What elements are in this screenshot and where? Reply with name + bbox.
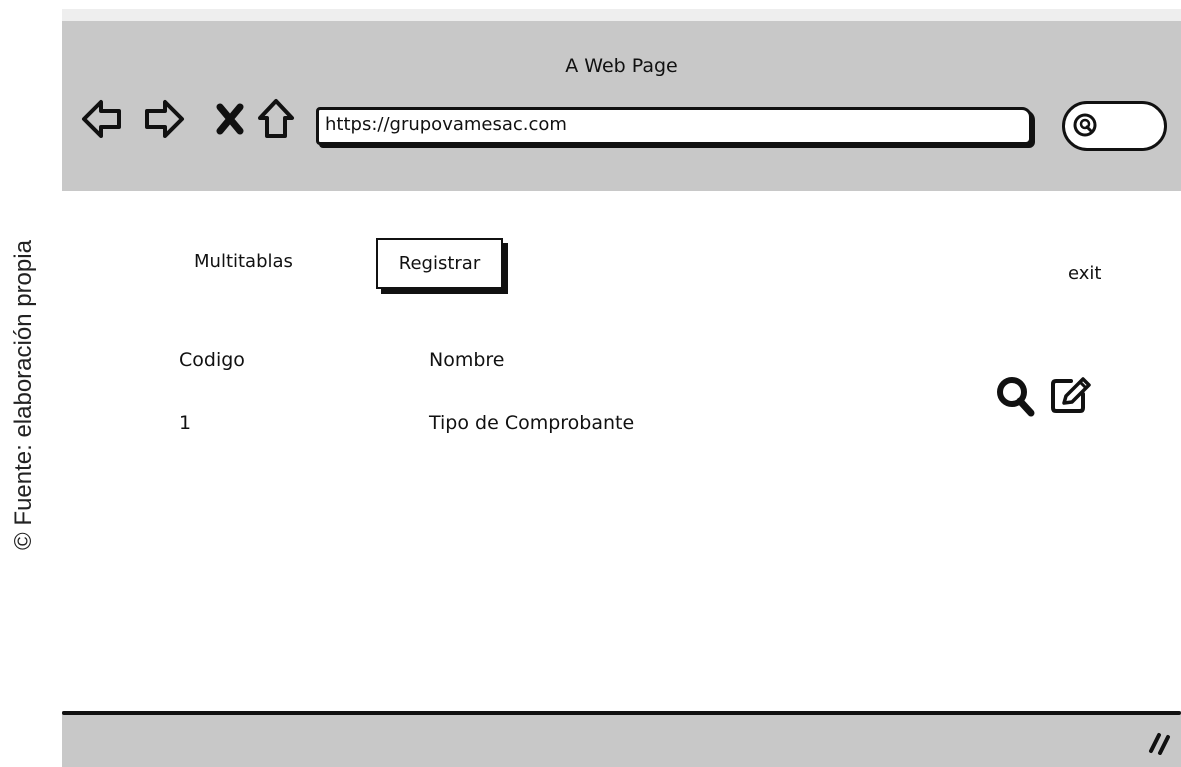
column-header-nombre: Nombre bbox=[429, 349, 505, 371]
back-arrow-icon bbox=[82, 100, 121, 138]
status-bar-divider bbox=[62, 711, 1181, 715]
search-icon bbox=[1073, 113, 1097, 137]
row-1-nombre: Tipo de Comprobante bbox=[429, 412, 635, 434]
row-1-search-button[interactable] bbox=[992, 371, 1038, 421]
page: © Fuente: elaboración propia A Web Page bbox=[0, 0, 1181, 767]
exit-link[interactable]: exit bbox=[1068, 263, 1101, 284]
url-bar[interactable]: https://grupovamesac.com bbox=[316, 107, 1032, 145]
forward-button[interactable] bbox=[142, 97, 186, 141]
credit-text: © Fuente: elaboración propia bbox=[10, 240, 37, 550]
window-title: A Web Page bbox=[565, 55, 678, 77]
menu-multitablas-link[interactable]: Multitablas bbox=[194, 251, 293, 272]
page-content: Multitablas Registrar exit Codigo Nombre… bbox=[62, 191, 1181, 711]
browser-window: A Web Page https://grupovamesac.com Mult… bbox=[62, 9, 1181, 767]
url-text: https://grupovamesac.com bbox=[325, 114, 567, 135]
home-button[interactable] bbox=[254, 97, 298, 141]
row-1-codigo: 1 bbox=[179, 412, 192, 434]
edit-icon bbox=[1051, 377, 1091, 413]
search-icon bbox=[997, 377, 1035, 417]
forward-arrow-icon bbox=[145, 100, 184, 138]
close-x-icon bbox=[216, 103, 244, 135]
status-bar bbox=[62, 711, 1181, 767]
row-1-edit-button[interactable] bbox=[1048, 371, 1094, 417]
image-credit: © Fuente: elaboración propia bbox=[4, 180, 44, 610]
browser-toolbar: A Web Page https://grupovamesac.com bbox=[62, 9, 1181, 203]
resize-grip-icon[interactable] bbox=[1147, 729, 1171, 755]
column-header-codigo: Codigo bbox=[179, 349, 245, 371]
home-icon bbox=[258, 99, 294, 138]
back-button[interactable] bbox=[80, 97, 124, 141]
stop-button[interactable] bbox=[208, 97, 252, 141]
registrar-button[interactable]: Registrar bbox=[376, 238, 503, 289]
browser-search-box[interactable] bbox=[1062, 101, 1167, 151]
